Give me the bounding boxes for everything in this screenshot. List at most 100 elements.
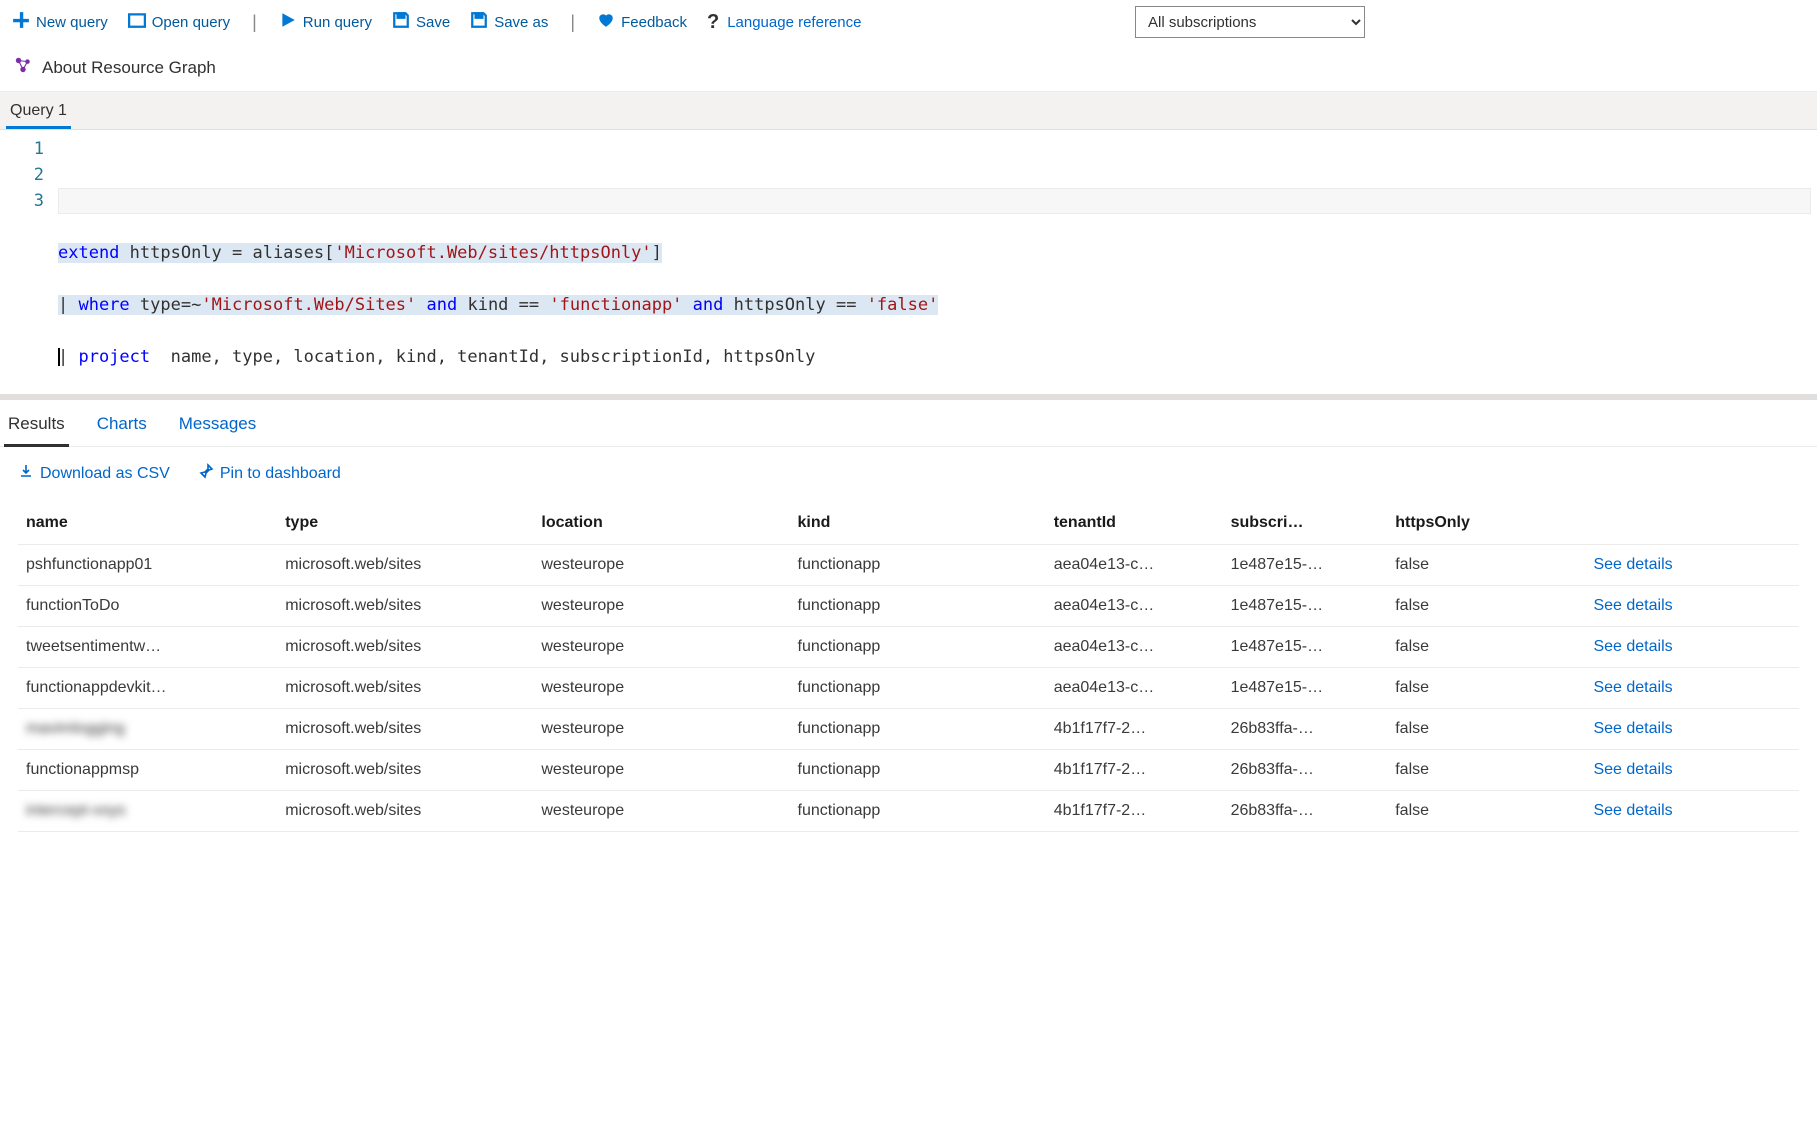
results-table: name type location kind tenantId subscri… [18,502,1799,832]
query-tab-bar: Query 1 [0,91,1817,129]
col-httpsonly[interactable]: httpsOnly [1387,502,1585,545]
folder-open-icon [128,11,146,33]
cell-tenantId: aea04e13-c… [1046,586,1223,627]
cell-kind: functionapp [790,545,1046,586]
cell-location: westeurope [533,545,789,586]
see-details-link[interactable]: See details [1593,761,1672,778]
cell-httpsOnly: false [1387,750,1585,791]
language-reference-link[interactable]: Language reference [727,14,861,31]
cell-name: functionappmsp [18,750,277,791]
open-query-label: Open query [152,14,230,31]
question-icon: ? [707,11,719,34]
col-details [1585,502,1799,545]
cell-name: functionToDo [18,586,277,627]
cell-subscriptionId: 1e487e15-… [1223,627,1388,668]
new-query-label: New query [36,14,108,31]
table-row: intercept-voysmicrosoft.web/siteswesteur… [18,791,1799,832]
cell-location: westeurope [533,750,789,791]
col-name[interactable]: name [18,502,277,545]
cell-details: See details [1585,750,1799,791]
line-gutter: 1 2 3 [0,130,58,394]
table-header-row: name type location kind tenantId subscri… [18,502,1799,545]
subscription-select[interactable]: All subscriptions [1135,6,1365,38]
about-label: About Resource Graph [42,58,216,78]
cell-tenantId: aea04e13-c… [1046,627,1223,668]
cell-httpsOnly: false [1387,586,1585,627]
cell-location: westeurope [533,791,789,832]
feedback-button[interactable]: Feedback [597,11,687,33]
see-details-link[interactable]: See details [1593,638,1672,655]
open-query-button[interactable]: Open query [128,11,230,33]
cell-details: See details [1585,627,1799,668]
new-query-button[interactable]: New query [12,11,108,33]
subscription-dropdown[interactable]: All subscriptions [1135,6,1365,38]
cell-kind: functionapp [790,750,1046,791]
cell-subscriptionId: 26b83ffa-… [1223,791,1388,832]
tab-query-1[interactable]: Query 1 [6,96,71,129]
see-details-link[interactable]: See details [1593,679,1672,696]
cell-name: intercept-voys [18,791,277,832]
cell-httpsOnly: false [1387,627,1585,668]
cell-type: microsoft.web/sites [277,545,533,586]
toolbar: New query Open query | Run query Save Sa… [0,0,1817,44]
about-bar: About Resource Graph [0,44,1817,91]
col-location[interactable]: location [533,502,789,545]
run-query-label: Run query [303,14,372,31]
cell-type: microsoft.web/sites [277,750,533,791]
cell-details: See details [1585,791,1799,832]
cell-httpsOnly: false [1387,668,1585,709]
cell-name: mavimlogging [18,709,277,750]
line-number: 1 [0,136,44,162]
cell-tenantId: aea04e13-c… [1046,668,1223,709]
table-row: tweetsentimentw…microsoft.web/sitesweste… [18,627,1799,668]
cell-type: microsoft.web/sites [277,627,533,668]
cell-tenantId: 4b1f17f7-2… [1046,709,1223,750]
cell-type: microsoft.web/sites [277,791,533,832]
heart-icon [597,11,615,33]
cell-type: microsoft.web/sites [277,709,533,750]
cell-kind: functionapp [790,586,1046,627]
cell-subscriptionId: 1e487e15-… [1223,668,1388,709]
save-button[interactable]: Save [392,11,450,33]
see-details-link[interactable]: See details [1593,802,1672,819]
run-query-button[interactable]: Run query [279,11,372,33]
cell-subscriptionId: 1e487e15-… [1223,545,1388,586]
cell-type: microsoft.web/sites [277,586,533,627]
resource-graph-icon [14,56,32,79]
col-tenantid[interactable]: tenantId [1046,502,1223,545]
code-area[interactable]: extend httpsOnly = aliases['Microsoft.We… [58,130,1817,394]
table-row: functionappmspmicrosoft.web/siteswesteur… [18,750,1799,791]
cell-subscriptionId: 26b83ffa-… [1223,709,1388,750]
col-kind[interactable]: kind [790,502,1046,545]
cell-type: microsoft.web/sites [277,668,533,709]
cell-tenantId: 4b1f17f7-2… [1046,750,1223,791]
code-editor[interactable]: 1 2 3 extend httpsOnly = aliases['Micros… [0,129,1817,394]
see-details-link[interactable]: See details [1593,597,1672,614]
separator: | [250,12,259,33]
see-details-link[interactable]: See details [1593,556,1672,573]
cell-details: See details [1585,709,1799,750]
plus-icon [12,11,30,33]
save-as-label: Save as [494,14,548,31]
col-subscriptionid[interactable]: subscri… [1223,502,1388,545]
cell-location: westeurope [533,668,789,709]
feedback-label: Feedback [621,14,687,31]
cell-subscriptionId: 1e487e15-… [1223,586,1388,627]
cell-location: westeurope [533,627,789,668]
cell-details: See details [1585,586,1799,627]
col-type[interactable]: type [277,502,533,545]
cell-subscriptionId: 26b83ffa-… [1223,750,1388,791]
language-reference-group: ? Language reference [707,11,862,34]
cell-tenantId: 4b1f17f7-2… [1046,791,1223,832]
save-as-button[interactable]: Save as [470,11,548,33]
cell-name: pshfunctionapp01 [18,545,277,586]
see-details-link[interactable]: See details [1593,720,1672,737]
line-number: 2 [0,162,44,188]
save-icon [392,11,410,33]
line-number: 3 [0,188,44,214]
table-row: functionappdevkit…microsoft.web/siteswes… [18,668,1799,709]
cell-httpsOnly: false [1387,791,1585,832]
cell-httpsOnly: false [1387,709,1585,750]
cell-kind: functionapp [790,791,1046,832]
cell-details: See details [1585,545,1799,586]
